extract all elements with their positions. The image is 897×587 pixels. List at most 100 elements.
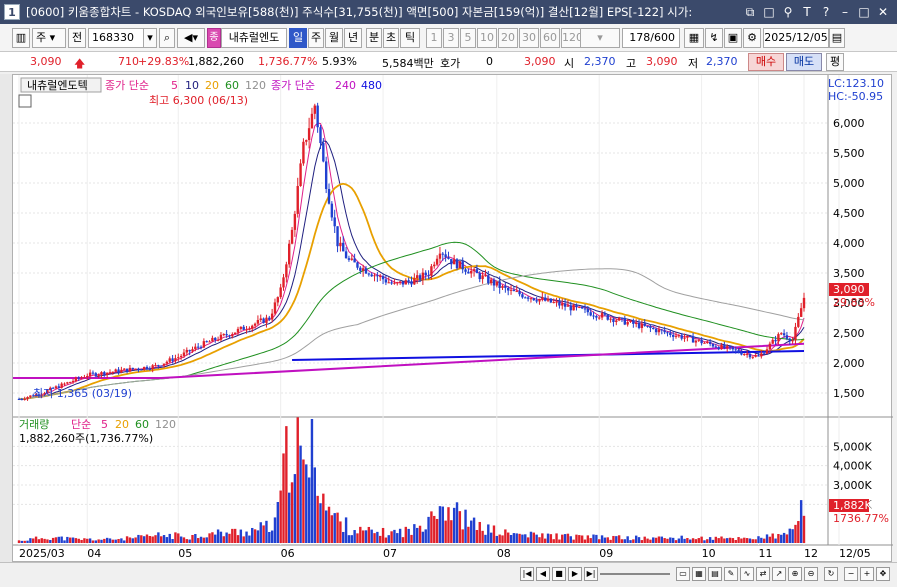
volume-bar[interactable]	[771, 533, 774, 543]
volume-bar[interactable]	[433, 515, 436, 543]
volume-bar[interactable]	[452, 507, 456, 543]
candle-body[interactable]	[66, 382, 69, 384]
volume-bar[interactable]	[162, 535, 166, 543]
candle-body[interactable]	[20, 399, 24, 401]
volume-bar[interactable]	[711, 539, 715, 543]
volume-bar[interactable]	[714, 536, 718, 543]
candle-body[interactable]	[543, 297, 547, 301]
candle-body[interactable]	[421, 272, 425, 280]
candle-body[interactable]	[413, 278, 416, 285]
volume-bar[interactable]	[324, 510, 328, 543]
volume-bar[interactable]	[797, 521, 800, 543]
candle-body[interactable]	[174, 358, 177, 362]
candle-body[interactable]	[751, 356, 755, 358]
candle-body[interactable]	[652, 328, 655, 330]
volume-bar[interactable]	[310, 418, 314, 543]
window-icon[interactable]: □	[761, 4, 777, 20]
candle-body[interactable]	[504, 285, 507, 288]
period-tick-tab[interactable]: 틱	[400, 28, 420, 48]
volume-bar[interactable]	[49, 539, 52, 543]
volume-bar[interactable]	[634, 535, 638, 543]
candle-body[interactable]	[379, 276, 382, 278]
volume-bar[interactable]	[512, 533, 516, 543]
draw-icon[interactable]: ↯	[705, 28, 723, 48]
volume-bar[interactable]	[285, 426, 288, 543]
volume-bar[interactable]	[740, 538, 743, 543]
candle-body[interactable]	[731, 347, 735, 350]
count-field[interactable]: 178/600	[622, 28, 680, 48]
volume-bar[interactable]	[117, 539, 120, 543]
candle-body[interactable]	[455, 259, 459, 269]
candle-body[interactable]	[654, 328, 658, 333]
stock-label[interactable]: 내츄럴엔도텍	[27, 79, 88, 92]
volume-bar[interactable]	[782, 532, 786, 543]
volume-bar[interactable]	[640, 540, 644, 543]
volume-bar[interactable]	[26, 540, 29, 543]
volume-bar[interactable]	[120, 538, 123, 543]
candle-body[interactable]	[225, 334, 228, 336]
volume-bar[interactable]	[208, 533, 211, 543]
volume-bar[interactable]	[652, 537, 655, 543]
candle-body[interactable]	[481, 275, 484, 280]
chart-area[interactable]: 6,000 5,500 5,000 4,500 4,000 3,500 3,000 2,500…	[12, 74, 893, 562]
volume-bar[interactable]	[148, 536, 152, 543]
volume-bar[interactable]	[333, 513, 336, 543]
volume-bar[interactable]	[637, 537, 641, 543]
candle-body[interactable]	[26, 397, 29, 399]
volume-bar[interactable]	[142, 536, 146, 543]
candle-body[interactable]	[151, 365, 154, 370]
interval-10[interactable]: 10	[477, 28, 497, 48]
volume-bar[interactable]	[595, 534, 598, 543]
candle-body[interactable]	[336, 226, 339, 247]
candle-body[interactable]	[165, 361, 169, 364]
candle-body[interactable]	[612, 318, 615, 323]
volume-bar[interactable]	[20, 540, 24, 543]
volume-bar[interactable]	[307, 477, 311, 543]
calendar-icon[interactable]: ▤	[829, 28, 845, 48]
copy-icon[interactable]: ⧉	[742, 4, 758, 20]
volume-bar[interactable]	[214, 534, 217, 543]
candle-body[interactable]	[444, 254, 447, 258]
candle-body[interactable]	[103, 372, 106, 375]
candle-body[interactable]	[546, 298, 550, 301]
candle-body[interactable]	[182, 352, 186, 356]
candle-body[interactable]	[657, 329, 661, 333]
zoom-out-icon[interactable]: ⊖	[804, 567, 818, 581]
candle-body[interactable]	[703, 342, 706, 344]
volume-bar[interactable]	[657, 536, 661, 543]
candle-body[interactable]	[563, 303, 567, 307]
candle-body[interactable]	[256, 320, 260, 324]
volume-bar[interactable]	[728, 537, 732, 543]
share-icon[interactable]: ↗	[772, 567, 786, 581]
flat-button[interactable]: 평	[826, 53, 844, 71]
candle-body[interactable]	[248, 328, 251, 330]
candle-body[interactable]	[794, 326, 797, 341]
candle-body[interactable]	[754, 355, 757, 357]
period-day-tab[interactable]: 일	[289, 28, 307, 48]
volume-bar[interactable]	[418, 525, 422, 543]
interval-20[interactable]: 20	[498, 28, 518, 48]
volume-bar[interactable]	[336, 512, 339, 543]
custom-interval-select[interactable]: ▾	[580, 28, 620, 48]
candle-body[interactable]	[484, 275, 487, 277]
candle-body[interactable]	[80, 377, 83, 379]
candle-body[interactable]	[359, 267, 362, 271]
chart-type-select[interactable]: 주 ▾	[32, 28, 66, 48]
volume-bar[interactable]	[287, 492, 291, 543]
volume-bar[interactable]	[43, 538, 46, 543]
volume-bar[interactable]	[279, 490, 282, 543]
volume-bar[interactable]	[586, 535, 590, 543]
volume-bar[interactable]	[518, 533, 521, 543]
volume-bar[interactable]	[615, 536, 618, 543]
candle-body[interactable]	[296, 186, 299, 214]
candle-body[interactable]	[88, 372, 92, 376]
volume-bar[interactable]	[105, 537, 109, 543]
volume-bar[interactable]	[606, 537, 609, 543]
candle-body[interactable]	[637, 323, 641, 329]
code-dropdown-icon[interactable]: ▾	[143, 28, 157, 48]
candle-body[interactable]	[768, 343, 772, 350]
volume-bar[interactable]	[219, 531, 223, 543]
candle-body[interactable]	[774, 339, 777, 342]
candle-body[interactable]	[233, 332, 237, 335]
candle-body[interactable]	[700, 339, 703, 344]
